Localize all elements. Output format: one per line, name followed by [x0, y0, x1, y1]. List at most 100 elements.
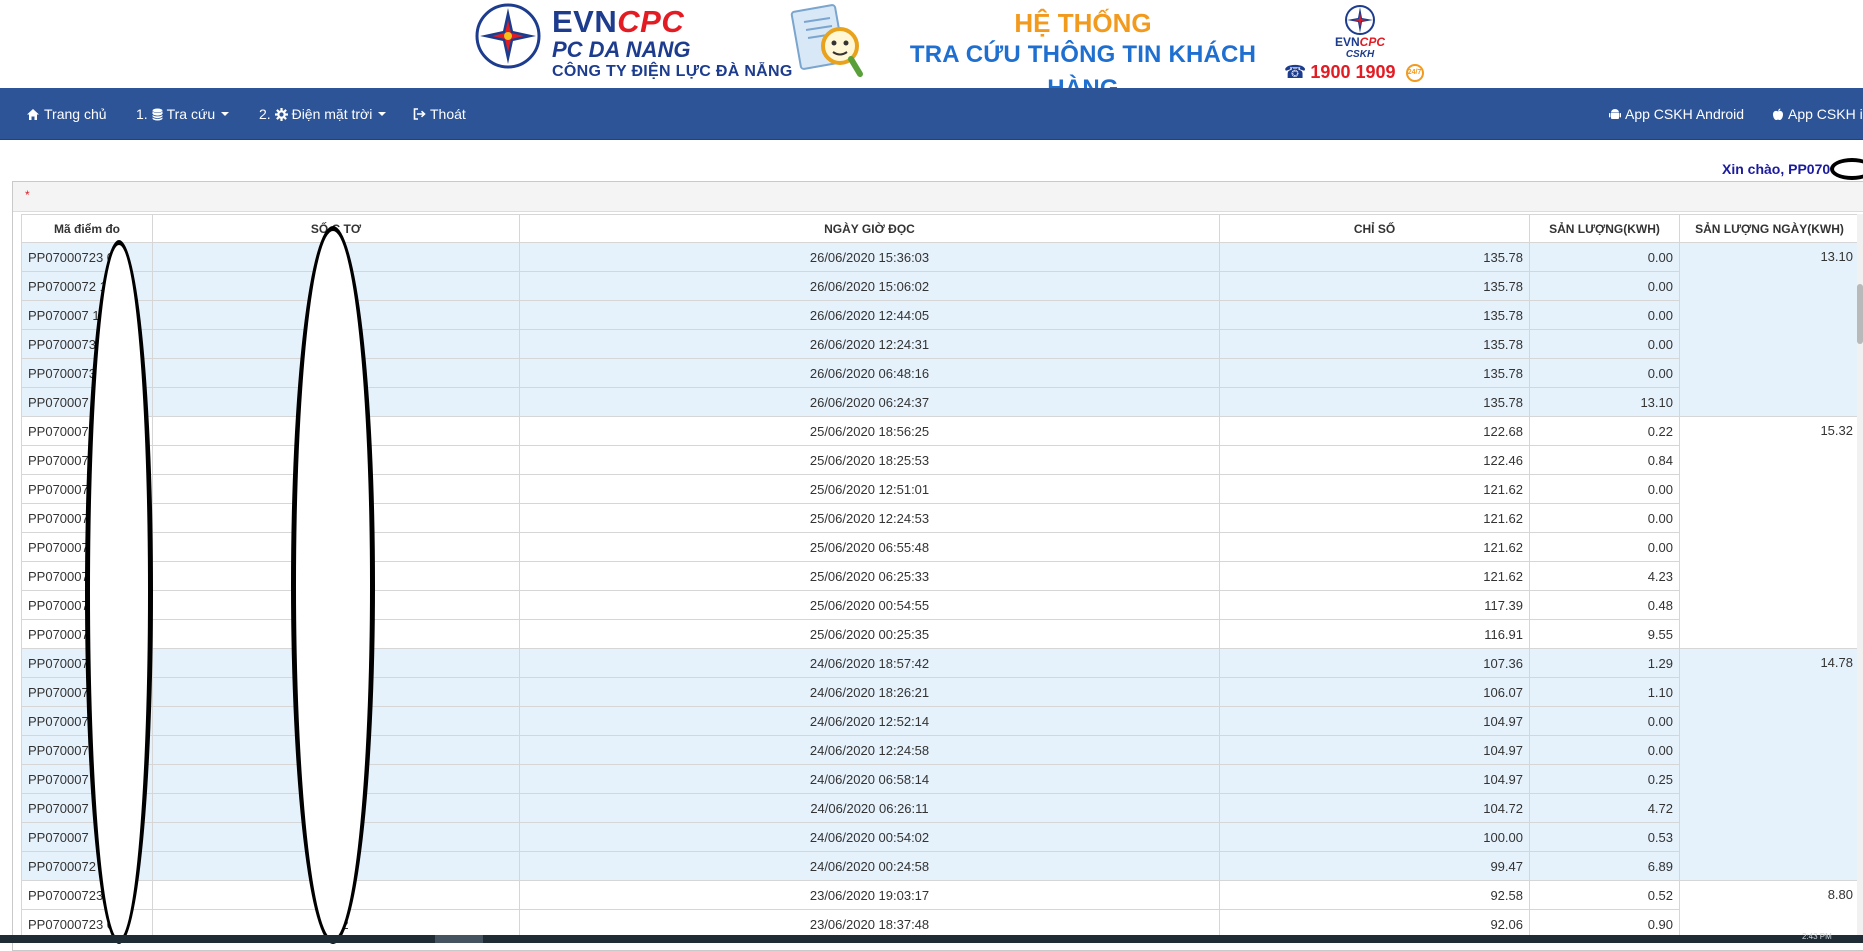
chevron-down-icon	[221, 112, 230, 116]
nav-home[interactable]: Trang chủ	[26, 88, 107, 140]
cell-output: 13.10	[1529, 387, 1680, 417]
cell-output: 0.00	[1529, 300, 1680, 330]
phone-icon: ☎	[1284, 62, 1307, 82]
table-row[interactable]: PP07000723 01 223/06/2020 19:03:1792.580…	[21, 880, 1860, 939]
cell-output: 6.89	[1529, 851, 1680, 881]
cell-output: 1.29	[1529, 648, 1680, 678]
cell-index: 104.97	[1219, 735, 1530, 765]
cell-meter-point: PP07000723 01	[21, 242, 153, 272]
cell-output: 0.00	[1529, 358, 1680, 388]
nav-app-ios[interactable]: App CSKH i	[1772, 88, 1863, 140]
cell-output: 4.23	[1529, 561, 1680, 591]
cell-output: 0.53	[1529, 822, 1680, 852]
cell-read-time: 24/06/2020 00:54:02	[519, 822, 1220, 852]
cell-read-time: 24/06/2020 12:52:14	[519, 706, 1220, 736]
nav-lookup-dropdown[interactable]: 1. Tra cứu	[136, 88, 230, 140]
cell-index: 99.47	[1219, 851, 1530, 881]
evn-star-small-icon	[1345, 5, 1375, 35]
table-row[interactable]: PP0700073 26/06/2020 12:24:31 135.78 0.00	[21, 329, 1860, 359]
cell-index: 106.07	[1219, 677, 1530, 707]
hotline-number: 1900 1909	[1310, 62, 1396, 82]
table-row[interactable]: PP0700072 1 226/06/2020 15:06:02135.780.…	[21, 271, 1860, 301]
main-navbar: Trang chủ 1. Tra cứu 2. Điện mặt trời Th…	[0, 88, 1863, 140]
cell-daily-output: 15.32	[1679, 416, 1860, 649]
nav-solar-dropdown[interactable]: 2. Điện mặt trời	[259, 88, 387, 140]
os-taskbar: 2:43 PM	[0, 932, 1863, 943]
header-banner: EVNCPC PC DA NANG CÔNG TY ĐIỆN LỰC ĐÀ NẴ…	[0, 0, 1863, 102]
nav-app-android[interactable]: App CSKH Android	[1609, 88, 1744, 140]
cell-index: 121.62	[1219, 532, 1530, 562]
sign-out-icon	[413, 108, 426, 120]
cell-output: 0.00	[1529, 735, 1680, 765]
table-row[interactable]: PP070007 1 26/06/2020 12:44:05 135.78 0.00	[21, 300, 1860, 330]
redaction-oval-meter-number	[291, 226, 375, 944]
redaction-oval-meter-point	[85, 240, 153, 944]
cell-index: 122.46	[1219, 445, 1530, 475]
redaction-mark	[1830, 158, 1863, 180]
apple-icon	[1773, 108, 1783, 120]
nav-app-ios-label: App CSKH i	[1788, 106, 1863, 122]
nav-lookup-text: Tra cứu	[166, 106, 216, 122]
cell-index: 135.78	[1219, 358, 1530, 388]
cell-index: 107.36	[1219, 648, 1530, 678]
cskh-tag: CSKH	[1345, 49, 1375, 60]
table-row[interactable]: PP07000723 011 4226/06/2020 15:36:03135.…	[21, 242, 1860, 417]
nav-solar-num: 2.	[259, 106, 275, 122]
cell-index: 92.58	[1219, 880, 1530, 910]
cell-read-time: 25/06/2020 00:25:35	[519, 619, 1220, 649]
support-24-7-badge: 24/7	[1405, 63, 1424, 82]
cell-index: 135.78	[1219, 329, 1530, 359]
cell-output: 0.00	[1529, 706, 1680, 736]
nav-logout[interactable]: Thoát	[413, 88, 466, 140]
cell-output: 0.00	[1529, 503, 1680, 533]
cell-output: 0.00	[1529, 532, 1680, 562]
cell-read-time: 24/06/2020 18:26:21	[519, 677, 1220, 707]
android-icon	[1609, 108, 1621, 119]
col-header-meter-point[interactable]: Mã điểm đo	[21, 214, 153, 243]
cell-output: 0.48	[1529, 590, 1680, 620]
user-greeting: Xin chào, PP070	[1722, 161, 1831, 177]
cell-index: 104.72	[1219, 793, 1530, 823]
brand-sub: PC DA NANG	[552, 37, 691, 62]
gear-icon	[274, 107, 288, 121]
cskh-name: EVNCPC	[1334, 35, 1386, 49]
cell-read-time: 23/06/2020 19:03:17	[519, 880, 1220, 910]
table-row[interactable]: PP0700073 26/06/2020 06:48:16 135.78 0.00	[21, 358, 1860, 388]
cell-output: 0.52	[1529, 880, 1680, 910]
cell-output: 0.25	[1529, 764, 1680, 794]
chevron-down-icon	[378, 112, 387, 116]
home-icon	[27, 108, 39, 120]
cell-read-time: 24/06/2020 18:57:42	[519, 648, 1220, 678]
cell-read-time: 24/06/2020 06:58:14	[519, 764, 1220, 794]
cell-read-time: 26/06/2020 06:24:37	[519, 387, 1220, 417]
table-row[interactable]: PP070007 24/06/2020 00:54:02 100.00 0.53	[21, 822, 1860, 852]
cell-index: 100.00	[1219, 822, 1530, 852]
col-header-daily-output[interactable]: SẢN LƯỢNG NGÀY(KWH)	[1679, 214, 1860, 243]
vertical-scrollbar[interactable]	[1857, 214, 1863, 943]
col-header-index[interactable]: CHỈ SỐ	[1219, 214, 1530, 243]
table-row[interactable]: PP070007 24/06/2020 06:26:11 104.72 4.72	[21, 793, 1860, 823]
table-row[interactable]: PP0700072 1 224/06/2020 00:24:5899.476.8…	[21, 851, 1860, 881]
cell-index: 121.62	[1219, 474, 1530, 504]
cell-read-time: 25/06/2020 00:54:55	[519, 590, 1220, 620]
cell-index: 122.68	[1219, 416, 1530, 446]
cell-read-time: 24/06/2020 12:24:58	[519, 735, 1220, 765]
cell-daily-output: 13.10	[1679, 242, 1860, 417]
cell-index: 135.78	[1219, 300, 1530, 330]
scrollbar-thumb[interactable]	[1857, 284, 1863, 344]
document-magnifier-icon	[790, 4, 863, 77]
cell-read-time: 25/06/2020 12:51:01	[519, 474, 1220, 504]
nav-lookup-label: 1.	[136, 106, 152, 122]
cell-read-time: 26/06/2020 15:36:03	[519, 242, 1220, 272]
cell-output: 0.84	[1529, 445, 1680, 475]
cell-index: 121.62	[1219, 503, 1530, 533]
taskbar-active-app[interactable]	[435, 935, 483, 943]
cell-index: 121.62	[1219, 561, 1530, 591]
cell-read-time: 25/06/2020 06:25:33	[519, 561, 1220, 591]
nav-solar-text: Điện mặt trời	[291, 106, 373, 122]
cell-read-time: 26/06/2020 15:06:02	[519, 271, 1220, 301]
cell-read-time: 26/06/2020 12:24:31	[519, 329, 1220, 359]
col-header-read-time[interactable]: NGÀY GIỜ ĐỌC	[519, 214, 1220, 243]
col-header-output[interactable]: SẢN LƯỢNG(KWH)	[1529, 214, 1680, 243]
cell-read-time: 26/06/2020 06:48:16	[519, 358, 1220, 388]
